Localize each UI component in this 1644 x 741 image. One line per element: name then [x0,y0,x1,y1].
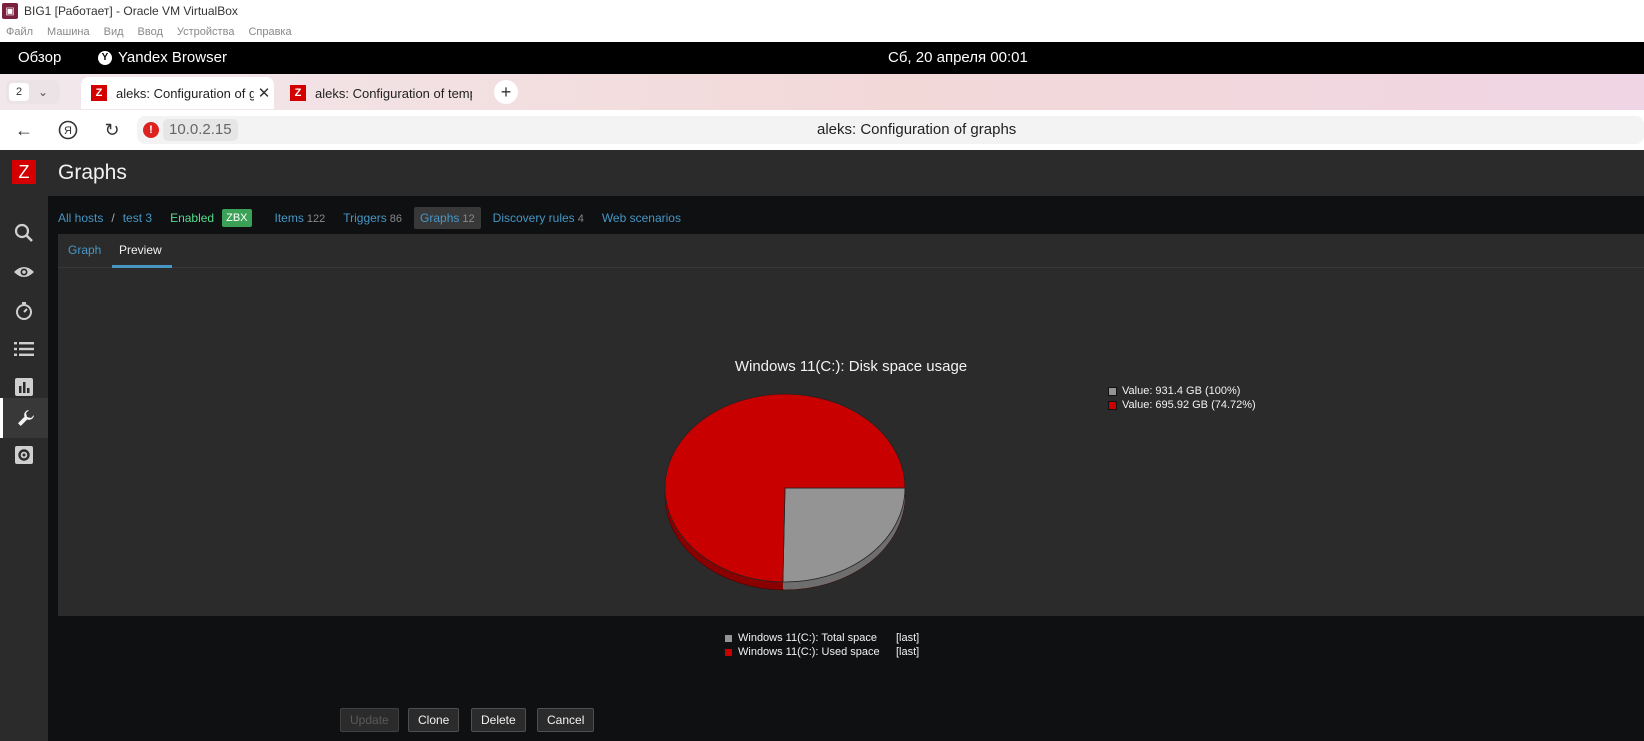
warning-icon[interactable]: ! [143,122,159,138]
legend-swatch-used [724,647,733,657]
nav-graphs[interactable]: Graphs 12 [414,207,481,229]
yandex-icon: Y [98,50,112,65]
chart-title: Windows 11(C:): Disk space usage [734,358,968,375]
legend-value-total: Value: 931.4 GB (100%) [1108,384,1256,398]
chevron-down-icon: ⌄ [38,85,49,99]
legend-series-total: Windows 11(C:): Total space [last] [724,631,919,645]
update-button[interactable]: Update [340,708,399,732]
zabbix-main: Graphs All hosts / test 3 Enabled ZBX It… [48,150,1644,741]
legend-value-total-text: Value: 931.4 GB (100%) [1122,385,1241,397]
breadcrumb-separator: / [111,211,115,225]
reload-icon[interactable]: ↻ [100,118,124,142]
vbox-titlebar: ▣ BIG1 [Работает] - Oracle VM VirtualBox [0,0,1644,22]
breadcrumb-host[interactable]: test 3 [123,211,152,225]
legend-value-used-text: Value: 695.92 GB (74.72%) [1122,399,1256,411]
nav-items-label: Items [274,211,304,225]
vbox-menu-help[interactable]: Справка [248,26,291,38]
nav-triggers-count: 86 [389,213,403,225]
gnome-topbar: Обзор Y Yandex Browser Сб, 20 апреля 00:… [0,42,1644,74]
browser-tabbar: 2 ⌄ Z aleks: Configuration of graphs ✕ Z… [0,74,1644,110]
tab-title: aleks: Configuration of templates [315,85,472,101]
tab-title: aleks: Configuration of graphs [116,85,254,101]
search-icon[interactable] [0,213,48,253]
legend-series-used-func: [last] [896,646,920,658]
legend-swatch-used [1108,400,1117,410]
address-host[interactable]: 10.0.2.15 [163,119,238,141]
zbx-availability-badge: ZBX [222,209,252,227]
vbox-menu-devices[interactable]: Устройства [177,26,235,38]
nav-discovery-rules[interactable]: Discovery rules 4 [487,207,590,229]
nav-items[interactable]: Items 122 [269,207,332,229]
vbox-menubar: Файл Машина Вид Ввод Устройства Справка [0,22,1644,42]
legend-value-used: Value: 695.92 GB (74.72%) [1108,398,1256,412]
legend-series-used: Windows 11(C:): Used space [last] [724,645,919,659]
tab-graph[interactable]: Graph [68,243,101,257]
legend-series-used-name: Windows 11(C:): Used space [738,646,880,658]
stopwatch-icon[interactable] [0,291,48,331]
vbox-menu-file[interactable]: Файл [6,26,33,38]
form-tabs: Graph Preview [58,234,1644,268]
nav-triggers[interactable]: Triggers 86 [337,207,408,229]
pie-slice-free [782,487,906,583]
vbox-title: BIG1 [Работает] - Oracle VM VirtualBox [24,4,238,18]
address-page-title: aleks: Configuration of graphs [817,121,1017,138]
activities-overview[interactable]: Обзор [18,49,61,66]
new-tab-button[interactable]: + [494,80,518,104]
address-bar[interactable]: ! 10.0.2.15 aleks: Configuration of grap… [137,116,1644,144]
zabbix-logo[interactable]: Z [12,160,36,184]
app-menu[interactable]: Y Yandex Browser [98,49,227,66]
vbox-menu-input[interactable]: Ввод [138,26,163,38]
nav-items-count: 122 [306,213,326,225]
back-icon[interactable]: ← [12,118,36,142]
virtualbox-icon: ▣ [2,3,18,19]
cancel-button[interactable]: Cancel [537,708,595,732]
pie-chart [664,393,906,591]
svg-text:Я: Я [64,125,72,137]
tab-configuration-templates[interactable]: Z aleks: Configuration of templates [280,77,472,109]
legend-series-total-func: [last] [896,632,920,644]
legend-swatch-total [724,633,733,643]
clone-button[interactable]: Clone [408,708,460,732]
page-header: Graphs [48,150,1644,196]
host-status: Enabled [170,211,215,225]
nav-discovery-label: Discovery rules [492,211,575,225]
eye-icon[interactable] [0,252,48,292]
zabbix-sidebar: Z [0,150,48,741]
vbox-menu-view[interactable]: Вид [104,26,124,38]
active-tab-indicator [112,265,172,268]
delete-button[interactable]: Delete [471,708,526,732]
nav-triggers-label: Triggers [343,211,387,225]
chart-value-legend: Value: 931.4 GB (100%) Value: 695.92 GB … [1108,384,1256,412]
gear-icon[interactable] [0,435,48,475]
tab-count: 2 [9,83,29,101]
browser-toolbar: ← Я ↻ ! 10.0.2.15 aleks: Configuration o… [0,110,1644,150]
nav-graphs-count: 12 [462,213,475,225]
tab-configuration-graphs[interactable]: Z aleks: Configuration of graphs ✕ [81,77,274,109]
legend-series-total-name: Windows 11(C:): Total space [738,632,877,644]
graph-form-panel: Graph Preview Windows 11(C:): Disk space… [58,234,1644,732]
tab-group-switcher[interactable]: 2 ⌄ [6,80,60,104]
vbox-menu-machine[interactable]: Машина [47,26,90,38]
legend-swatch-total [1108,386,1117,396]
close-icon[interactable]: ✕ [254,84,274,102]
page-title: Graphs [58,161,127,184]
nav-discovery-count: 4 [577,213,584,225]
tab-preview[interactable]: Preview [119,243,162,257]
nav-graphs-label: Graphs [420,211,460,225]
list-icon[interactable] [0,329,48,369]
breadcrumb-all-hosts[interactable]: All hosts [58,211,103,225]
wrench-icon[interactable] [0,398,48,438]
nav-web-label: Web scenarios [601,211,681,225]
app-name: Yandex Browser [118,49,227,66]
zabbix-favicon: Z [91,85,107,101]
clock[interactable]: Сб, 20 апреля 00:01 [888,49,1028,66]
zabbix-favicon: Z [290,85,306,101]
host-breadcrumbs: All hosts / test 3 Enabled ZBX Items 122 … [58,207,693,229]
chart-series-legend: Windows 11(C:): Total space [last] Window… [724,631,919,659]
nav-web-scenarios[interactable]: Web scenarios [596,207,687,229]
yandex-home-icon[interactable]: Я [56,118,80,142]
